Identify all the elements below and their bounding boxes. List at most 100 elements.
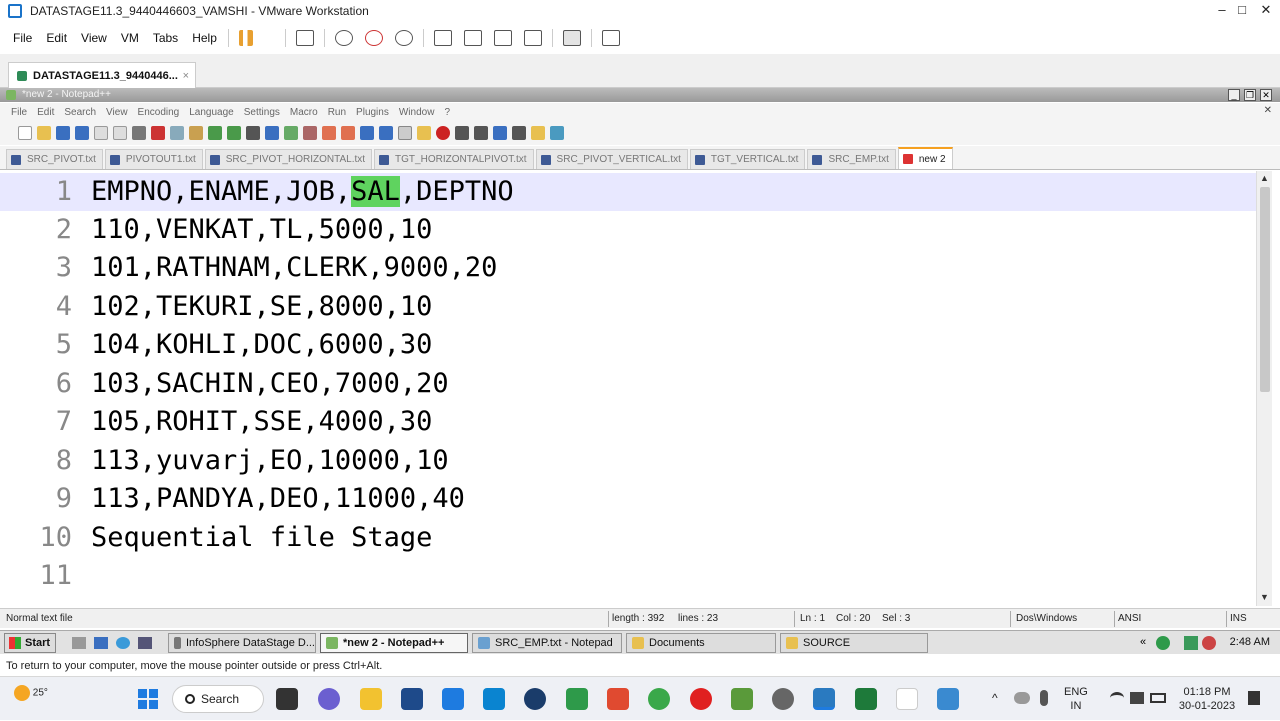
replace-icon[interactable] [265, 126, 279, 140]
editor-line[interactable]: 5 104,KOHLI,DOC,6000,30 [0, 326, 1256, 364]
tab-src-pivot[interactable]: SRC_PIVOT.txt [6, 149, 103, 169]
save-macro-icon[interactable] [512, 126, 526, 140]
mail-icon[interactable] [442, 688, 464, 710]
microphone-icon[interactable] [1040, 690, 1048, 706]
excel-icon[interactable] [855, 688, 877, 710]
opera-icon[interactable] [690, 688, 712, 710]
vm-tab[interactable]: DATASTAGE11.3_9440446... × [8, 62, 196, 88]
menu-file[interactable]: File [6, 31, 39, 45]
tab-new-2[interactable]: new 2 [897, 147, 953, 169]
thumbnail-bar-icon[interactable] [463, 30, 482, 46]
play-macro-icon[interactable] [474, 126, 488, 140]
scroll-down-icon[interactable]: ▼ [1260, 592, 1269, 602]
taskbar-search[interactable]: Search [172, 685, 264, 713]
editor-line[interactable]: 8 113,yuvarj,EO,10000,10 [0, 442, 1256, 480]
notepad-restore-button[interactable]: ❐ [1244, 89, 1256, 101]
task-source[interactable]: SOURCE [780, 633, 928, 653]
notifications-icon[interactable] [1248, 691, 1260, 705]
zoom-out-icon[interactable] [303, 126, 317, 140]
editor-line[interactable]: 1 EMPNO,ENAME,JOB,SAL,DEPTNO [0, 173, 1256, 211]
settings-gear-icon[interactable] [772, 688, 794, 710]
start-button[interactable]: Start [4, 633, 56, 653]
host-clock[interactable]: 01:18 PM 30-01-2023 [1172, 685, 1242, 713]
tab-tgt-horizontalpivot[interactable]: TGT_HORIZONTALPIVOT.txt [374, 149, 534, 169]
tray-status-icon[interactable] [1156, 636, 1170, 650]
notepad-close-button[interactable]: ✕ [1260, 89, 1272, 101]
print-icon[interactable] [132, 126, 146, 140]
save-all-icon[interactable] [75, 126, 89, 140]
tab-src-emp[interactable]: SRC_EMP.txt [807, 149, 896, 169]
vmware-taskbar-icon[interactable] [813, 688, 835, 710]
np-menu-encoding[interactable]: Encoding [133, 107, 185, 118]
scroll-up-icon[interactable]: ▲ [1260, 173, 1269, 183]
menu-help[interactable]: Help [185, 31, 224, 45]
word-wrap-icon[interactable] [360, 126, 374, 140]
paste-icon[interactable] [189, 126, 203, 140]
full-screen-icon[interactable] [493, 30, 512, 46]
menu-tabs[interactable]: Tabs [146, 31, 185, 45]
windows-start-button[interactable] [138, 689, 158, 709]
text-editor[interactable]: 1 EMPNO,ENAME,JOB,SAL,DEPTNO 2 110,VENKA… [0, 171, 1256, 606]
close-icon[interactable] [94, 126, 108, 140]
np-menu-language[interactable]: Language [184, 107, 239, 118]
np-menu-macro[interactable]: Macro [285, 107, 323, 118]
task-notepadpp[interactable]: *new 2 - Notepad++ [320, 633, 468, 653]
redo-icon[interactable] [227, 126, 241, 140]
snapshot-manager-icon[interactable] [394, 30, 413, 46]
scrollbar-thumb[interactable] [1260, 187, 1270, 392]
weather-widget[interactable]: 25° [14, 685, 48, 701]
file-explorer-icon[interactable] [360, 688, 382, 710]
editor-line[interactable]: 9 113,PANDYA,DEO,11000,40 [0, 480, 1256, 518]
np-menu-plugins[interactable]: Plugins [351, 107, 394, 118]
open-file-icon[interactable] [37, 126, 51, 140]
np-menu-run[interactable]: Run [323, 107, 351, 118]
undo-icon[interactable] [208, 126, 222, 140]
np-menu-view[interactable]: View [101, 107, 133, 118]
spell-check-icon[interactable] [550, 126, 564, 140]
vm-tab-close-icon[interactable]: × [183, 70, 189, 82]
task-documents[interactable]: Documents [626, 633, 776, 653]
quick-launch-icon[interactable] [72, 637, 86, 649]
tab-tgt-vertical[interactable]: TGT_VERTICAL.txt [689, 149, 806, 169]
editor-line[interactable]: 7 105,ROHIT,SSE,4000,30 [0, 403, 1256, 441]
editor-line[interactable]: 11 [0, 557, 1256, 595]
send-keys-icon[interactable] [295, 30, 314, 46]
np-menu-help[interactable]: ? [439, 107, 455, 118]
cut-icon[interactable] [151, 126, 165, 140]
zoom-in-icon[interactable] [284, 126, 298, 140]
menu-vm[interactable]: VM [114, 31, 146, 45]
record-macro-icon[interactable] [436, 126, 450, 140]
visual-studio-code-icon[interactable] [401, 688, 423, 710]
cloud-icon[interactable] [1014, 692, 1030, 704]
close-all-icon[interactable] [113, 126, 127, 140]
chat-icon[interactable] [318, 688, 340, 710]
sidebar-toggle-icon[interactable] [433, 30, 452, 46]
find-icon[interactable] [246, 126, 260, 140]
language-indicator[interactable]: ENG IN [1064, 685, 1088, 713]
monitor-icon[interactable] [138, 637, 152, 649]
anydesk-icon[interactable] [607, 688, 629, 710]
np-menu-search[interactable]: Search [59, 107, 101, 118]
chevron-down-icon[interactable] [265, 30, 275, 46]
editor-line[interactable]: 10 Sequential file Stage [0, 519, 1256, 557]
stop-macro-icon[interactable] [455, 126, 469, 140]
close-button[interactable]: ✕ [1254, 0, 1278, 22]
revert-snapshot-icon[interactable] [364, 30, 383, 46]
task-notepad[interactable]: SRC_EMP.txt - Notepad [472, 633, 622, 653]
save-icon[interactable] [56, 126, 70, 140]
notepadpp-taskbar-icon[interactable] [731, 688, 753, 710]
tab-pivotout1[interactable]: PIVOTOUT1.txt [104, 149, 203, 169]
network-icon[interactable] [1184, 636, 1198, 650]
vertical-scrollbar[interactable]: ▲ ▼ [1256, 171, 1272, 606]
run-macro-multiple-icon[interactable] [493, 126, 507, 140]
editor-line[interactable]: 3 101,RATHNAM,CLERK,9000,20 [0, 249, 1256, 287]
task-infosphere[interactable]: InfoSphere DataStage D... [168, 633, 316, 653]
google-icon[interactable] [896, 688, 918, 710]
photos-icon[interactable] [937, 688, 959, 710]
volume-muted-icon[interactable] [1202, 636, 1216, 650]
show-all-chars-icon[interactable] [379, 126, 393, 140]
np-menu-file[interactable]: File [6, 107, 32, 118]
sync-horizontal-icon[interactable] [341, 126, 355, 140]
browser-icon[interactable] [116, 637, 130, 649]
edge-icon[interactable] [524, 688, 546, 710]
